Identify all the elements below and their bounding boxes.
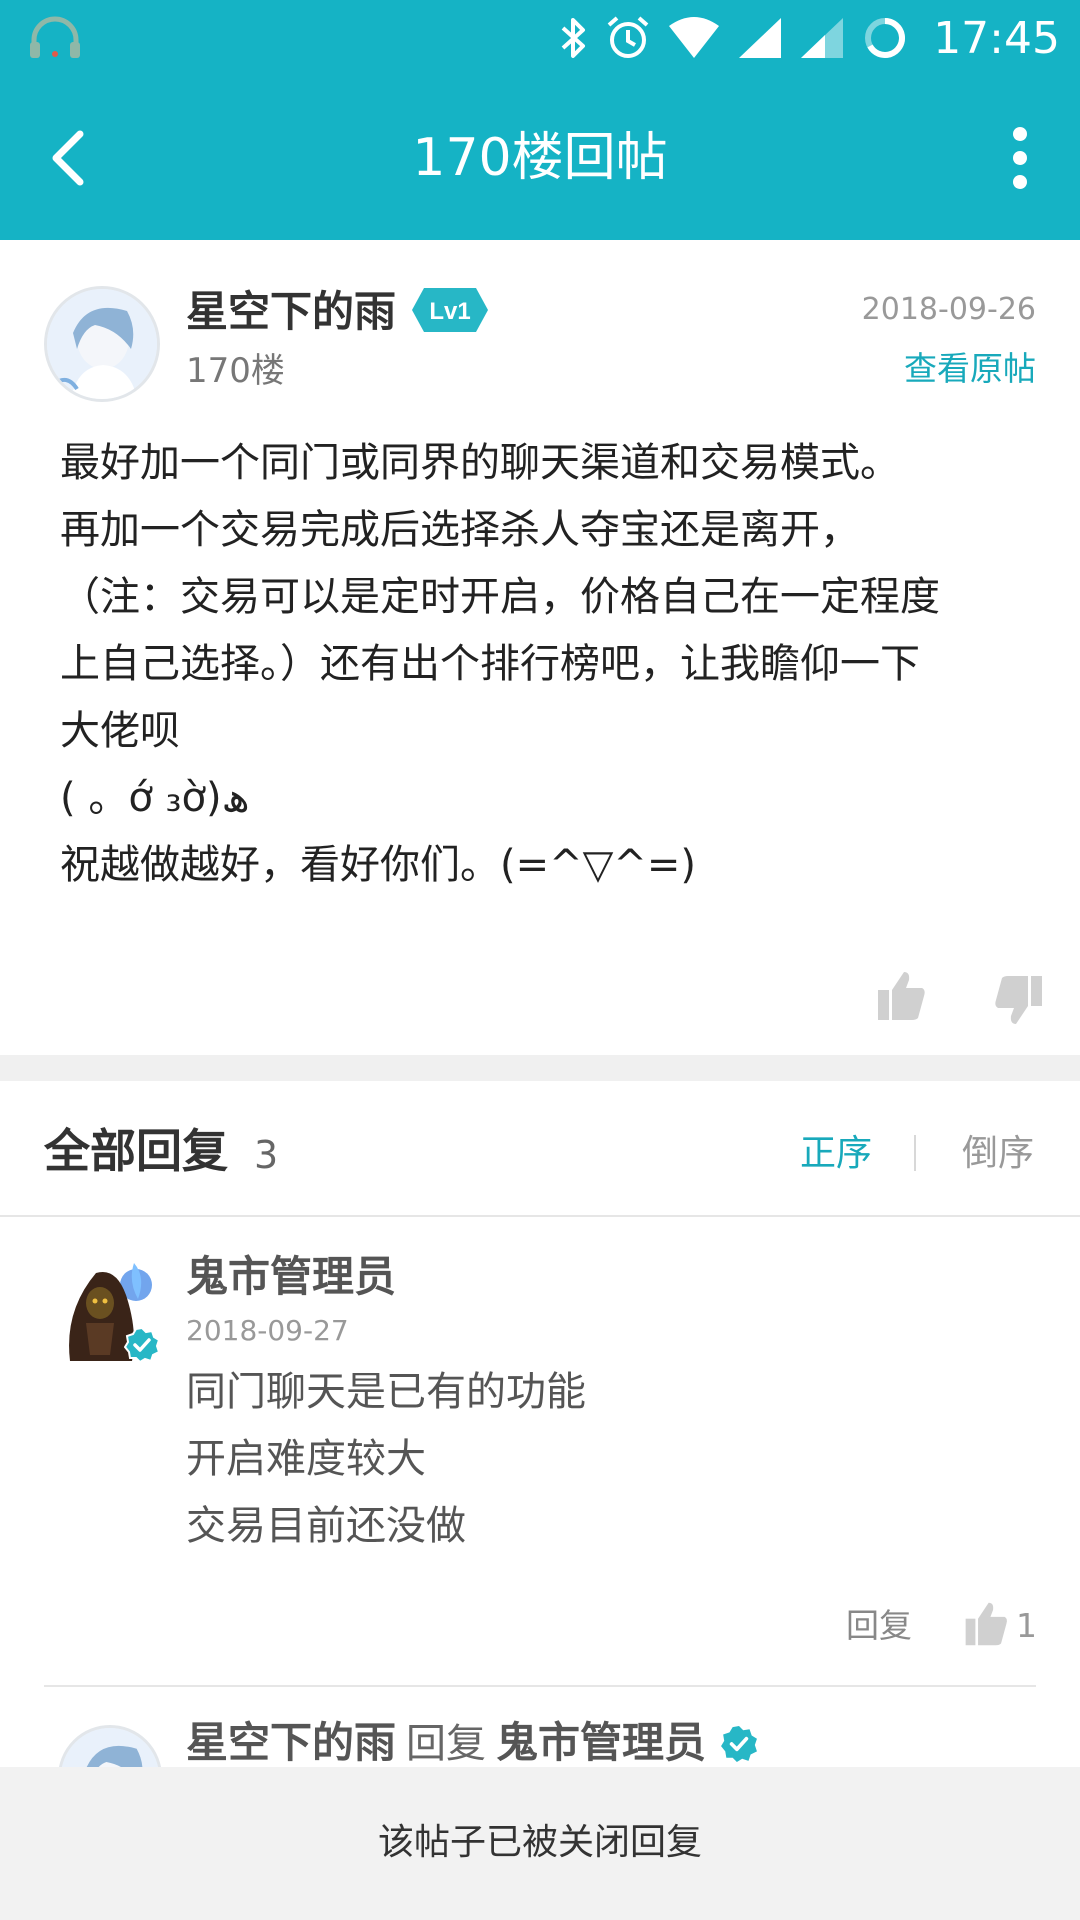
reply-author-name[interactable]: 鬼市管理员 — [186, 1247, 396, 1307]
closed-notice-bar: 该帖子已被关闭回复 — [0, 1767, 1080, 1920]
app-bar: 170楼回帖 — [0, 76, 1080, 240]
status-bar: 17:45 — [0, 0, 1080, 76]
reply-header-line: 星空下的雨 回复 鬼市管理员 — [186, 1713, 758, 1767]
reply-author-name[interactable]: 星空下的雨 — [186, 1718, 396, 1767]
section-divider — [0, 1055, 1080, 1081]
reply-body: 同门聊天是已有的功能 开启难度较大 交易目前还没做 — [186, 1359, 586, 1560]
level-badge: Lv1 — [412, 288, 488, 332]
post-line: ( 。ớ ₃ờ)ھ — [60, 775, 250, 821]
status-icons: 17:45 — [559, 10, 1060, 66]
reply-line: 开启难度较大 — [186, 1436, 426, 1482]
floor-label: 170楼 — [186, 351, 285, 391]
bluetooth-icon — [561, 18, 586, 58]
post-line: 上自己选择。）还有出个排行榜吧，让我瞻仰一下 — [60, 641, 920, 687]
headset-icon — [30, 16, 80, 58]
sort-ascending-tab[interactable]: 正序 — [800, 1127, 872, 1181]
reply-line: 交易目前还没做 — [186, 1503, 466, 1549]
more-vertical-icon — [1013, 127, 1027, 189]
like-count: 1 — [1016, 1606, 1037, 1645]
reply-date: 2018-09-27 — [186, 1314, 349, 1347]
page-title: 170楼回帖 — [412, 128, 668, 188]
reply-item: 星空下的雨 回复 鬼市管理员 — [0, 1687, 1080, 1767]
status-time: 17:45 — [933, 12, 1060, 64]
signal-icon — [801, 18, 844, 58]
post-line: 祝越做越好，看好你们。(=^▽^=) — [60, 842, 697, 888]
sort-separator — [914, 1135, 916, 1171]
avatar[interactable] — [58, 1725, 162, 1767]
replies-header: 全部回复 3 正序 倒序 — [0, 1081, 1080, 1217]
verified-badge-icon — [721, 1726, 757, 1762]
thumbs-down-icon[interactable] — [994, 974, 1044, 1026]
reply-target-name[interactable]: 鬼市管理员 — [496, 1718, 706, 1767]
reply-item: 鬼市管理员 2018-09-27 同门聊天是已有的功能 开启难度较大 交易目前还… — [0, 1219, 1080, 1687]
battery-icon — [865, 18, 906, 58]
post-line: 最好加一个同门或同界的聊天渠道和交易模式。 — [60, 440, 900, 486]
avatar[interactable] — [44, 286, 160, 402]
replies-count: 3 — [254, 1133, 279, 1177]
user-avatar-icon — [61, 1728, 159, 1767]
post-date: 2018-09-26 — [861, 292, 1036, 327]
original-post: 星空下的雨 Lv1 170楼 2018-09-26 查看原帖 最好加一个同门或同… — [0, 240, 1080, 1055]
thumbs-up-icon[interactable] — [876, 970, 926, 1022]
closed-notice-text: 该帖子已被关闭回复 — [377, 1822, 702, 1863]
reply-button[interactable]: 回复 — [846, 1601, 912, 1651]
user-avatar-icon — [47, 289, 157, 399]
thumbs-up-icon[interactable] — [962, 1601, 1010, 1647]
more-button[interactable] — [1000, 118, 1040, 198]
reply-line: 同门聊天是已有的功能 — [186, 1369, 586, 1415]
view-original-link[interactable]: 查看原帖 — [904, 344, 1036, 394]
author-name[interactable]: 星空下的雨 — [186, 282, 396, 342]
post-body: 最好加一个同门或同界的聊天渠道和交易模式。 再加一个交易完成后选择杀人夺宝还是离… — [60, 430, 1010, 899]
replies-title: 全部回复 — [44, 1124, 228, 1178]
wifi-icon — [669, 17, 720, 58]
verified-badge-icon — [124, 1327, 160, 1363]
sort-descending-tab[interactable]: 倒序 — [962, 1127, 1034, 1181]
level-text: Lv1 — [429, 298, 470, 325]
post-line: 再加一个交易完成后选择杀人夺宝还是离开， — [60, 507, 860, 553]
post-line: 大佬呗 — [60, 708, 180, 754]
post-line: （注：交易可以是定时开启，价格自己在一定程度 — [60, 574, 940, 620]
alarm-icon — [607, 16, 649, 58]
signal-icon — [739, 18, 782, 58]
reply-verb: 回复 — [406, 1721, 487, 1767]
